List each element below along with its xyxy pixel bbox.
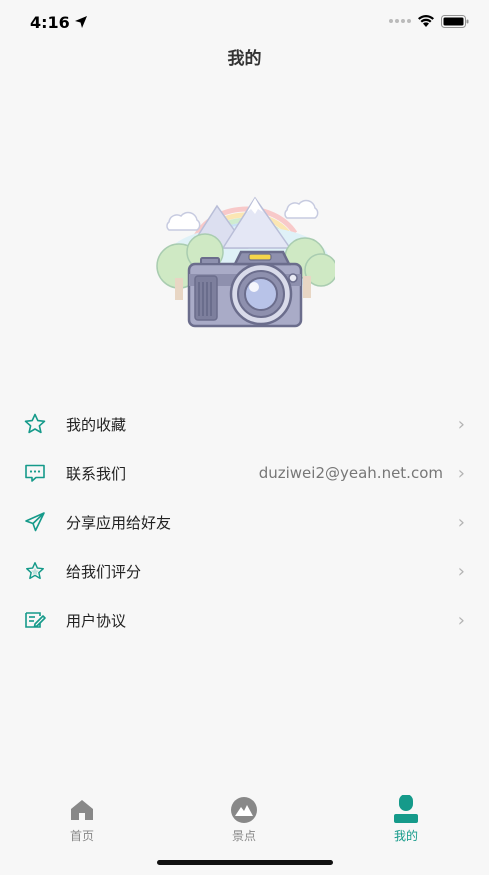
menu-item-share[interactable]: 分享应用给好友 ›	[0, 498, 489, 546]
menu-label: 我的收藏	[66, 415, 127, 434]
agreement-icon	[22, 607, 48, 633]
message-icon	[22, 460, 48, 486]
tab-bar: 首页 景点 我的	[0, 790, 489, 850]
battery-icon	[441, 14, 469, 28]
tab-mine[interactable]: 我的	[346, 790, 466, 850]
mountain-icon	[231, 797, 257, 823]
tab-label: 我的	[393, 829, 418, 843]
menu-label: 分享应用给好友	[66, 513, 172, 532]
chevron-right-icon: ›	[457, 560, 465, 582]
person-icon	[394, 795, 418, 823]
cellular-dots-icon	[389, 19, 411, 23]
chevron-right-icon: ›	[457, 413, 465, 435]
contact-email: duziwei2@yeah.net.com	[258, 464, 443, 482]
page-title: 我的	[227, 49, 262, 69]
tab-home[interactable]: 首页	[22, 790, 142, 850]
send-icon	[22, 509, 48, 535]
status-time: 4:16	[30, 13, 70, 32]
menu-item-agreement[interactable]: 用户协议 ›	[0, 596, 489, 644]
home-indicator	[157, 860, 333, 865]
star-icon	[22, 411, 48, 437]
menu-label: 联系我们	[66, 464, 127, 483]
menu-item-rate[interactable]: 给我们评分 ›	[0, 547, 489, 595]
tab-label: 景点	[231, 829, 256, 843]
chevron-right-icon: ›	[457, 511, 465, 533]
wifi-icon	[418, 15, 434, 27]
menu-label: 给我们评分	[66, 562, 142, 581]
status-bar: 4:16	[0, 0, 489, 44]
location-arrow-icon	[75, 16, 87, 28]
menu-item-contact[interactable]: 联系我们 duziwei2@yeah.net.com ›	[0, 449, 489, 497]
tab-attractions[interactable]: 景点	[184, 790, 304, 850]
rate-star-icon	[22, 558, 48, 584]
tab-label: 首页	[69, 829, 94, 843]
menu-item-favorites[interactable]: 我的收藏 ›	[0, 400, 489, 448]
camera-illustration	[156, 196, 335, 328]
menu-label: 用户协议	[66, 611, 127, 630]
home-icon	[71, 800, 93, 820]
chevron-right-icon: ›	[457, 609, 465, 631]
chevron-right-icon: ›	[457, 462, 465, 484]
status-indicators	[389, 14, 469, 28]
